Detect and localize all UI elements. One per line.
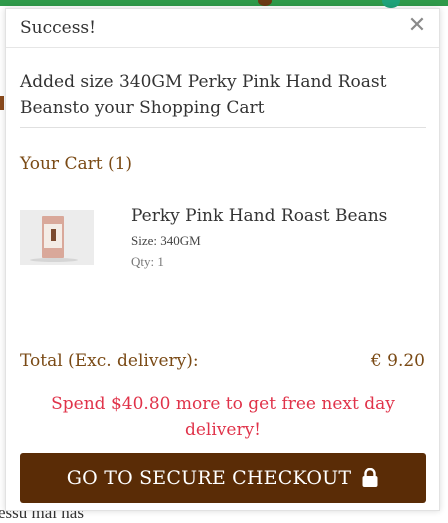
total-value: € 9.20: [370, 351, 425, 371]
modal-header: Success! ✕: [6, 9, 439, 48]
background-decoration: [382, 0, 400, 8]
free-delivery-promo: Spend $40.80 more to get free next day d…: [51, 394, 395, 440]
coffee-bag-logo: [51, 229, 56, 241]
background-header-bar: [0, 0, 448, 6]
cart-heading: Your Cart (1): [20, 154, 133, 174]
lock-icon: [361, 467, 379, 488]
total-label: Total (Exc. delivery):: [20, 351, 199, 371]
added-to-cart-message: Added size 340GM Perky Pink Hand Roast B…: [20, 72, 387, 118]
modal-title: Success!: [20, 18, 96, 38]
coffee-bag-shadow: [30, 258, 78, 262]
cart-item-name[interactable]: Perky Pink Hand Roast Beans: [131, 206, 387, 226]
divider: [20, 127, 426, 128]
cart-item-size: Size: 340GM: [131, 233, 201, 248]
background-decoration: [0, 96, 4, 110]
add-to-cart-modal: Success! ✕ Added size 340GM Perky Pink H…: [5, 8, 440, 511]
cart-item-qty: Qty: 1: [131, 254, 164, 269]
close-icon[interactable]: ✕: [405, 14, 429, 38]
checkout-button-label: GO TO SECURE CHECKOUT: [66, 467, 352, 489]
product-image[interactable]: [20, 210, 94, 265]
secure-checkout-button[interactable]: GO TO SECURE CHECKOUT: [20, 453, 426, 503]
